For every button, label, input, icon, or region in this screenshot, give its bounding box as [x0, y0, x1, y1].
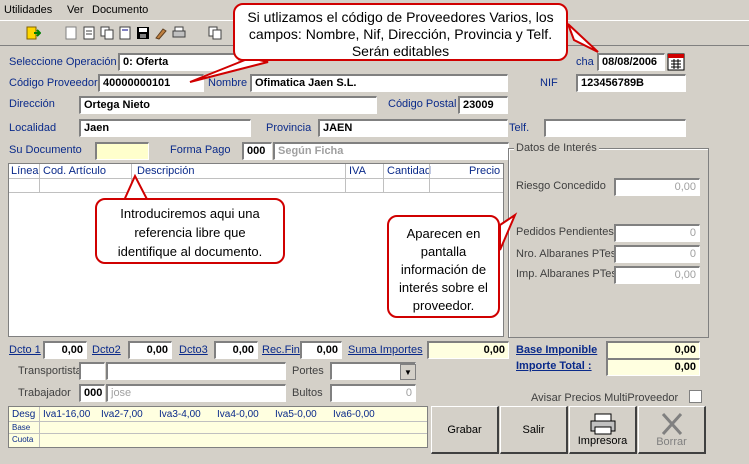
callout-left: Introduciremos aqui una referencia libre… — [95, 198, 285, 264]
callout-right: Aparecen en pantalla información de inte… — [387, 215, 500, 318]
callout-top: Si utlizamos el código de Proveedores Va… — [233, 3, 568, 61]
